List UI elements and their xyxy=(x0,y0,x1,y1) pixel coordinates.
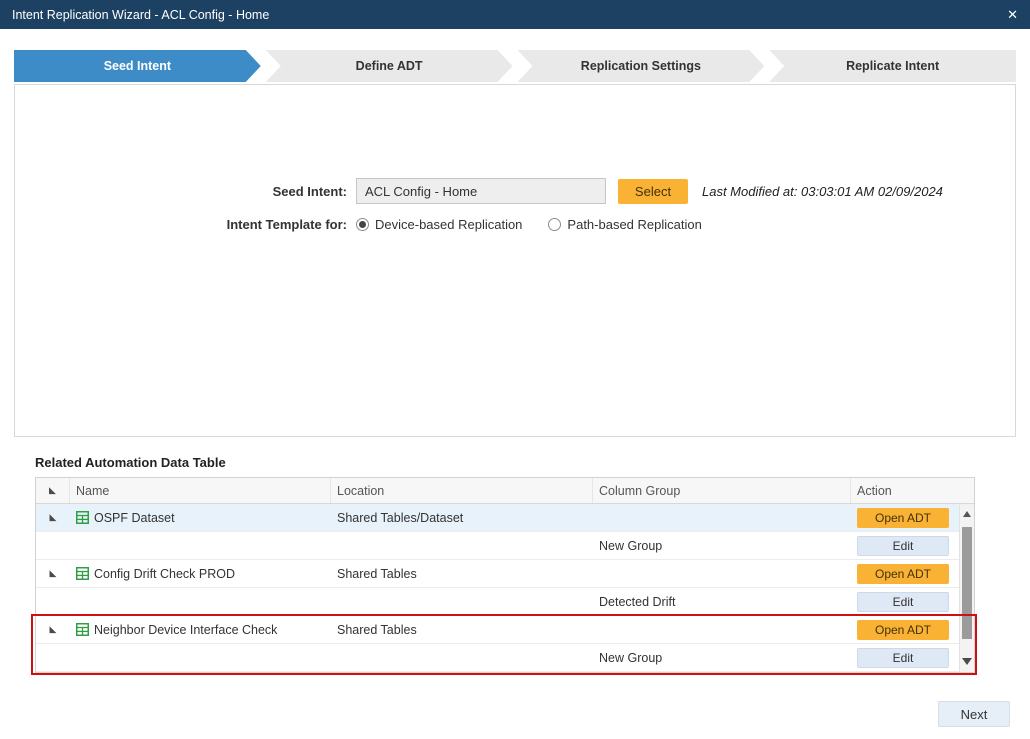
step-label: Define ADT xyxy=(356,59,423,73)
next-button[interactable]: Next xyxy=(938,701,1010,727)
row-expander-icon[interactable]: ◣ xyxy=(36,624,70,635)
radio-label: Device-based Replication xyxy=(375,217,522,232)
table-row[interactable]: New Group Edit xyxy=(36,644,974,672)
seed-intent-panel: Seed Intent: Select Last Modified at: 03… xyxy=(14,84,1016,437)
table-row[interactable]: New Group Edit xyxy=(36,532,974,560)
adt-name: Config Drift Check PROD xyxy=(94,567,235,581)
open-adt-button[interactable]: Open ADT xyxy=(857,508,949,528)
related-adt-table: ◣ Name Location Column Group Action ◣ OS… xyxy=(35,477,975,673)
step-label: Replicate Intent xyxy=(846,59,939,73)
adt-location: Shared Tables/Dataset xyxy=(331,511,593,525)
step-define-adt[interactable]: Define ADT xyxy=(266,50,513,82)
step-seed-intent[interactable]: Seed Intent xyxy=(14,50,261,82)
open-adt-button[interactable]: Open ADT xyxy=(857,564,949,584)
adt-location: Shared Tables xyxy=(331,623,593,637)
intent-template-label: Intent Template for: xyxy=(15,217,347,232)
table-header-row: ◣ Name Location Column Group Action xyxy=(36,478,974,504)
scroll-down-icon[interactable] xyxy=(960,654,974,668)
open-adt-button[interactable]: Open ADT xyxy=(857,620,949,640)
adt-column-group: Detected Drift xyxy=(593,595,851,609)
dialog-titlebar: Intent Replication Wizard - ACL Config -… xyxy=(0,0,1030,29)
edit-button[interactable]: Edit xyxy=(857,592,949,612)
seed-intent-label: Seed Intent: xyxy=(15,184,347,199)
header-name: Name xyxy=(70,478,331,503)
header-location: Location xyxy=(331,478,593,503)
adt-column-group: New Group xyxy=(593,651,851,665)
table-row[interactable]: ◣ Config Drift Check PROD Shared Tables … xyxy=(36,560,974,588)
step-label: Replication Settings xyxy=(581,59,701,73)
adt-column-group: New Group xyxy=(593,539,851,553)
step-replicate-intent[interactable]: Replicate Intent xyxy=(769,50,1016,82)
edit-button[interactable]: Edit xyxy=(857,648,949,668)
table-row[interactable]: ◣ Neighbor Device Interface Check Shared… xyxy=(36,616,974,644)
close-icon[interactable]: ✕ xyxy=(1007,8,1018,21)
adt-location: Shared Tables xyxy=(331,567,593,581)
wizard-steps: Seed Intent Define ADT Replication Setti… xyxy=(14,50,1016,82)
intent-replication-wizard-dialog: Intent Replication Wizard - ACL Config -… xyxy=(0,0,1030,739)
adt-table-icon xyxy=(76,567,89,580)
radio-path-based[interactable]: Path-based Replication xyxy=(548,217,701,232)
radio-device-based[interactable]: Device-based Replication xyxy=(356,217,522,232)
edit-button[interactable]: Edit xyxy=(857,536,949,556)
row-expander-icon[interactable]: ◣ xyxy=(36,568,70,579)
radio-button-icon[interactable] xyxy=(548,218,561,231)
dialog-title: Intent Replication Wizard - ACL Config -… xyxy=(12,8,269,22)
scrollbar-thumb[interactable] xyxy=(962,527,972,639)
adt-table-icon xyxy=(76,623,89,636)
select-button[interactable]: Select xyxy=(618,179,688,204)
related-adt-title: Related Automation Data Table xyxy=(35,455,1030,470)
radio-label: Path-based Replication xyxy=(567,217,701,232)
header-action: Action xyxy=(851,478,974,503)
adt-name: OSPF Dataset xyxy=(94,511,175,525)
table-row[interactable]: Detected Drift Edit xyxy=(36,588,974,616)
last-modified-text: Last Modified at: 03:03:01 AM 02/09/2024 xyxy=(702,184,943,199)
table-row[interactable]: ◣ OSPF Dataset Shared Tables/Dataset Ope… xyxy=(36,504,974,532)
table-scrollbar[interactable] xyxy=(959,505,974,672)
header-column-group: Column Group xyxy=(593,478,851,503)
step-label: Seed Intent xyxy=(104,59,171,73)
adt-name: Neighbor Device Interface Check xyxy=(94,623,277,637)
radio-button-icon[interactable] xyxy=(356,218,369,231)
replication-type-radio-group: Device-based Replication Path-based Repl… xyxy=(356,217,702,232)
row-expander-icon[interactable]: ◣ xyxy=(36,512,70,523)
adt-table-icon xyxy=(76,511,89,524)
seed-intent-input[interactable] xyxy=(356,178,606,204)
scroll-up-icon[interactable] xyxy=(960,507,974,521)
step-replication-settings[interactable]: Replication Settings xyxy=(518,50,765,82)
collapse-all-icon[interactable]: ◣ xyxy=(36,478,70,503)
